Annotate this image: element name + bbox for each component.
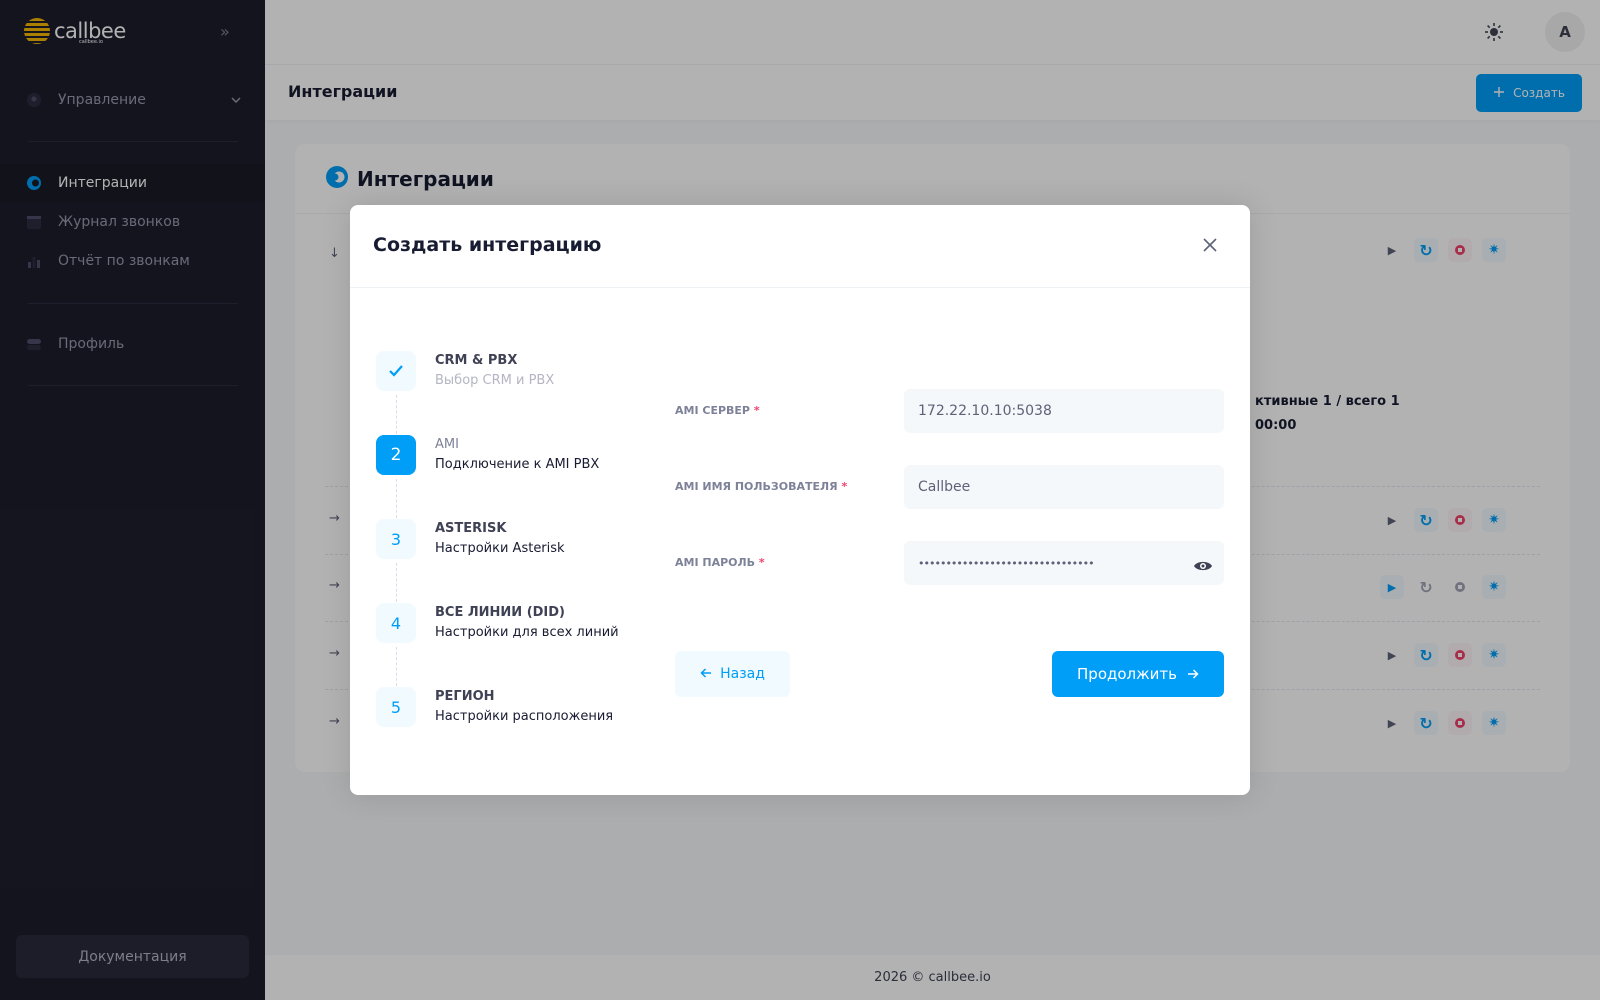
step-ami[interactable]: 2 AMI Подключение к AMI PBX — [376, 435, 676, 495]
check-icon — [376, 351, 416, 391]
step-title: CRM & PBX — [435, 353, 518, 368]
step-description: Подключение к AMI PBX — [435, 457, 600, 472]
step-title: ВСЕ ЛИНИИ (DID) — [435, 605, 565, 620]
ami-password-input[interactable] — [904, 541, 1224, 585]
step-title: ASTERISK — [435, 521, 507, 536]
back-button[interactable]: Назад — [675, 651, 790, 697]
step-number: 4 — [376, 603, 416, 643]
step-number: 2 — [376, 435, 416, 475]
continue-button[interactable]: Продолжить — [1052, 651, 1224, 697]
arrow-right-icon — [1187, 665, 1199, 683]
create-integration-modal: Создать интеграцию CRM & PBX Выбор CRM и… — [350, 205, 1250, 795]
ami-username-label: AMI ИМЯ ПОЛЬЗОВАТЕЛЯ * — [675, 480, 848, 493]
back-button-label: Назад — [720, 666, 765, 682]
step-all-lines[interactable]: 4 ВСЕ ЛИНИИ (DID) Настройки для всех лин… — [376, 603, 676, 663]
ami-server-label: AMI СЕРВЕР * — [675, 404, 760, 417]
step-description: Выбор CRM и PBX — [435, 373, 555, 388]
ami-server-input[interactable] — [904, 389, 1224, 433]
ami-username-input[interactable] — [904, 465, 1224, 509]
continue-button-label: Продолжить — [1077, 665, 1177, 683]
stepper: CRM & PBX Выбор CRM и PBX 2 AMI Подключе… — [376, 351, 676, 775]
step-number: 3 — [376, 519, 416, 559]
modal-header: Создать интеграцию — [350, 205, 1250, 288]
step-description: Настройки Asterisk — [435, 541, 565, 556]
modal-title: Создать интеграцию — [373, 234, 602, 256]
step-asterisk[interactable]: 3 ASTERISK Настройки Asterisk — [376, 519, 676, 579]
step-crm-pbx[interactable]: CRM & PBX Выбор CRM и PBX — [376, 351, 676, 411]
ami-password-label: AMI ПАРОЛЬ * — [675, 556, 765, 569]
arrow-left-icon — [700, 666, 712, 682]
step-title: РЕГИОН — [435, 689, 495, 704]
step-region[interactable]: 5 РЕГИОН Настройки расположения — [376, 687, 676, 747]
step-number: 5 — [376, 687, 416, 727]
eye-icon[interactable] — [1193, 558, 1213, 572]
close-icon[interactable] — [1196, 231, 1224, 259]
step-title: AMI — [435, 437, 459, 452]
step-description: Настройки для всех линий — [435, 625, 619, 640]
step-description: Настройки расположения — [435, 709, 614, 724]
